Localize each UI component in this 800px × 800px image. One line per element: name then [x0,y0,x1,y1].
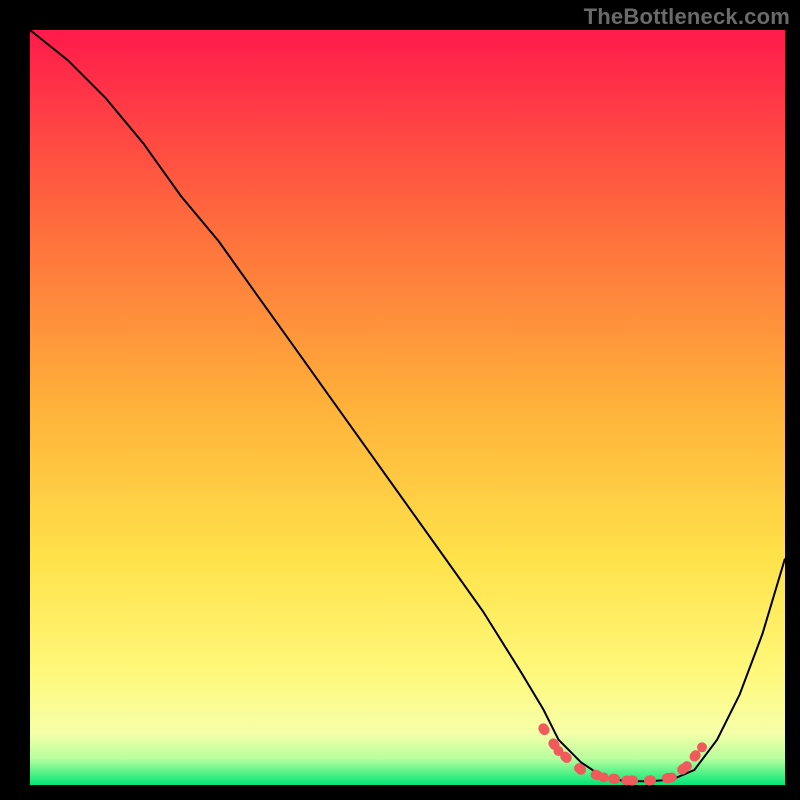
optimal-range-dot [622,776,632,786]
optimal-range-dot [576,765,586,775]
bottleneck-chart [0,0,800,800]
optimal-range-dot [682,761,692,771]
chart-stage: TheBottleneck.com [0,0,800,800]
optimal-range-dot [554,746,564,756]
optimal-range-dot [538,723,548,733]
watermark-text: TheBottleneck.com [584,4,790,30]
optimal-range-dot [667,773,677,783]
optimal-range-dot [697,742,707,752]
optimal-range-dot [644,776,654,786]
optimal-range-dot [599,773,609,783]
